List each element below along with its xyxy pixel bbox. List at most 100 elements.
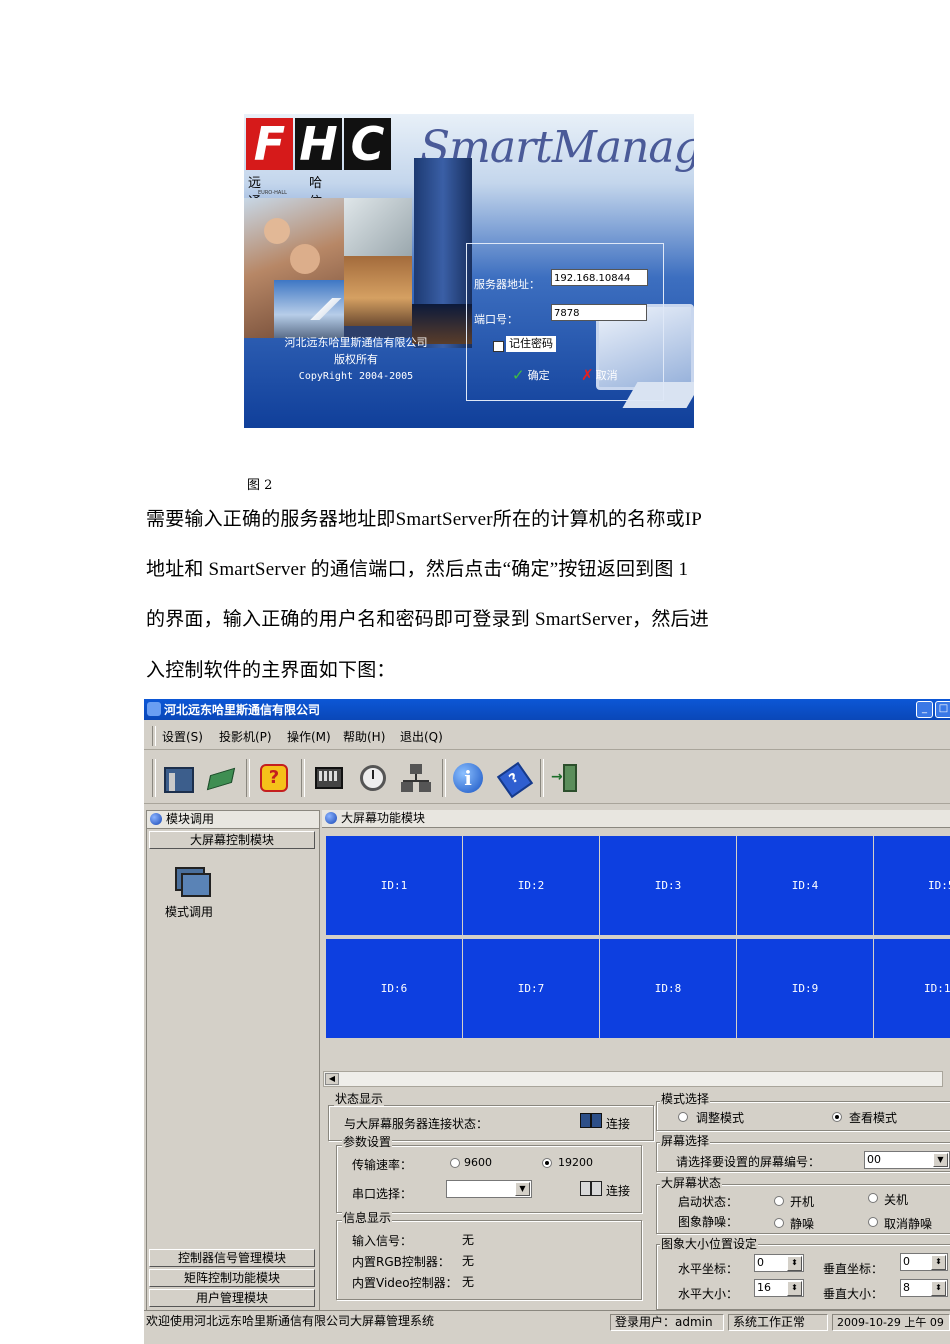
mode-module-icon[interactable] — [171, 863, 211, 897]
connection-state-value: 连接 — [606, 1117, 631, 1131]
adjust-mode-radio[interactable] — [678, 1112, 688, 1122]
serial-port-select[interactable]: ▼ — [446, 1180, 532, 1198]
power-on-label: 开机 — [790, 1195, 815, 1209]
spinner-arrows-icon[interactable]: ⬍ — [787, 1281, 802, 1296]
minimize-icon[interactable]: _ — [916, 701, 933, 718]
info-group-title: 信息显示 — [342, 1211, 393, 1225]
connect-icon[interactable] — [580, 1179, 602, 1197]
copyright-block: 河北远东哈里斯通信有限公司 版权所有 CopyRight 2004-2005 — [250, 334, 462, 385]
help-badge-icon[interactable]: ? — [257, 761, 291, 795]
chevron-down-icon[interactable]: ▼ — [515, 1182, 530, 1196]
serial-connect-button[interactable]: 连接 — [606, 1182, 630, 1199]
input-signal-value: 无 — [462, 1233, 475, 1247]
pane-bullet-icon — [325, 812, 337, 824]
checkmark-icon: ✓ — [512, 366, 525, 384]
menu-help[interactable]: 帮助(H) — [343, 728, 385, 745]
screen-tile[interactable]: ID:6 — [326, 939, 462, 1038]
clock-icon[interactable] — [356, 761, 390, 795]
screen-number-value: 00 — [867, 1153, 881, 1166]
menu-projector[interactable]: 投影机(P) — [219, 728, 272, 745]
main-window: 河北远东哈里斯通信有限公司 _ □ 设置(S) 投影机(P) 操作(M) 帮助(… — [144, 699, 950, 1344]
menu-grip — [152, 726, 156, 746]
screen-tile[interactable]: ID:1 — [326, 836, 462, 935]
title-bar: 河北远东哈里斯通信有限公司 _ □ — [144, 699, 950, 720]
image-mute-label: 图象静噪： — [678, 1215, 739, 1229]
h-position-spinner[interactable]: 0 ⬍ — [754, 1254, 804, 1272]
scroll-left-icon[interactable]: ◀ — [325, 1073, 339, 1085]
rate-9600-radio[interactable] — [450, 1158, 460, 1168]
screen-tile[interactable]: ID:10 — [874, 939, 950, 1038]
v-size-spinner[interactable]: 8 ⬍ — [900, 1279, 948, 1297]
h-size-spinner[interactable]: 16 ⬍ — [754, 1279, 804, 1297]
screen-tile[interactable]: ID:9 — [737, 939, 873, 1038]
unmute-radio[interactable] — [868, 1217, 878, 1227]
server-address-input[interactable]: 192.168.10844 — [551, 269, 648, 286]
screen-tile[interactable]: ID:5 — [874, 836, 950, 935]
big-screen-state-title: 大屏幕状态 — [660, 1176, 723, 1190]
rate-9600-label: 9600 — [464, 1156, 492, 1169]
screen-tile[interactable]: ID:8 — [600, 939, 736, 1038]
copyright-rights: 版权所有 — [334, 353, 378, 366]
rate-label: 传输速率： — [352, 1158, 413, 1172]
screen-tile[interactable]: ID:7 — [463, 939, 599, 1038]
confirm-button[interactable]: ✓ 确定 — [512, 366, 550, 384]
chevron-down-icon[interactable]: ▼ — [933, 1153, 948, 1167]
menu-bar: 设置(S) 投影机(P) 操作(M) 帮助(H) 退出(Q) — [144, 723, 950, 750]
toolbar-separator — [540, 759, 544, 797]
mute-radio[interactable] — [774, 1218, 784, 1228]
status-welcome: 欢迎使用河北远东哈里斯通信有限公司大屏幕管理系统 — [146, 1314, 435, 1328]
paragraph-line: 需要输入正确的服务器地址即SmartServer所在的计算机的名称或IP — [146, 509, 703, 530]
screen-number-select[interactable]: 00 ▼ — [864, 1151, 950, 1169]
power-on-radio[interactable] — [774, 1196, 784, 1206]
rate-19200-radio[interactable] — [542, 1158, 552, 1168]
cancel-button[interactable]: ✗ 取消 — [581, 366, 618, 384]
book-icon[interactable]: ? — [496, 761, 534, 799]
toolbar-separator — [442, 759, 446, 797]
maximize-icon[interactable]: □ — [935, 701, 950, 718]
logo-letter: H — [295, 117, 342, 171]
screen-tile[interactable]: ID:4 — [737, 836, 873, 935]
start-state-label: 启动状态： — [678, 1195, 739, 1209]
remember-password-checkbox[interactable] — [493, 341, 504, 352]
screen-tile[interactable]: ID:3 — [600, 836, 736, 935]
mode-module-label: 模式调用 — [165, 905, 214, 919]
login-splash-figure: F H C 远 哈 通 信 EURO-HALL SmartManager 河北远… — [244, 114, 694, 428]
menu-exit[interactable]: 退出(Q) — [400, 728, 443, 745]
view-mode-radio[interactable] — [832, 1112, 842, 1122]
h-position-value: 0 — [757, 1256, 764, 1269]
status-user: 登录用户：admin — [610, 1314, 724, 1331]
port-input[interactable]: 7878 — [551, 304, 647, 321]
status-group-title: 状态显示 — [334, 1092, 385, 1106]
toolbar-separator — [301, 759, 305, 797]
menu-settings[interactable]: 设置(S) — [162, 728, 203, 745]
power-off-radio[interactable] — [868, 1193, 878, 1203]
spinner-arrows-icon[interactable]: ⬍ — [931, 1255, 946, 1270]
confirm-label: 确定 — [527, 369, 550, 382]
h-position-label: 水平坐标： — [678, 1262, 739, 1276]
screen-pane: 大屏幕功能模块 ID:1 ID:2 ID:3 ID:4 ID:5 ID:6 ID… — [322, 810, 950, 1090]
v-position-label: 垂直坐标： — [823, 1262, 884, 1276]
exit-icon[interactable]: → — [549, 761, 583, 795]
menu-operation[interactable]: 操作(M) — [287, 728, 331, 745]
v-position-spinner[interactable]: 0 ⬍ — [900, 1253, 948, 1271]
video-controller-value: 无 — [462, 1275, 475, 1289]
horizontal-scrollbar[interactable]: ◀ — [323, 1071, 943, 1087]
user-management-module-button[interactable]: 用户管理模块 — [149, 1289, 315, 1307]
cancel-label: 取消 — [595, 369, 618, 382]
status-datetime: 2009-10-29 上午 09 — [832, 1314, 950, 1331]
logo-english: EURO-HALL — [258, 190, 287, 196]
rate-19200-label: 19200 — [558, 1156, 593, 1169]
keyboard-icon[interactable] — [312, 761, 346, 795]
eraser-icon[interactable] — [204, 761, 238, 795]
toolbar: ? i ? → — [144, 753, 950, 804]
matrix-control-module-button[interactable]: 矩阵控制功能模块 — [149, 1269, 315, 1287]
status-system: 系统工作正常 — [728, 1314, 828, 1331]
spinner-arrows-icon[interactable]: ⬍ — [931, 1281, 946, 1296]
network-icon[interactable] — [399, 761, 433, 795]
projector-icon[interactable] — [161, 761, 195, 795]
controller-signal-module-button[interactable]: 控制器信号管理模块 — [149, 1249, 315, 1267]
big-screen-module-button[interactable]: 大屏幕控制模块 — [149, 831, 315, 849]
spinner-arrows-icon[interactable]: ⬍ — [787, 1256, 802, 1271]
screen-tile[interactable]: ID:2 — [463, 836, 599, 935]
info-icon[interactable]: i — [451, 761, 485, 795]
